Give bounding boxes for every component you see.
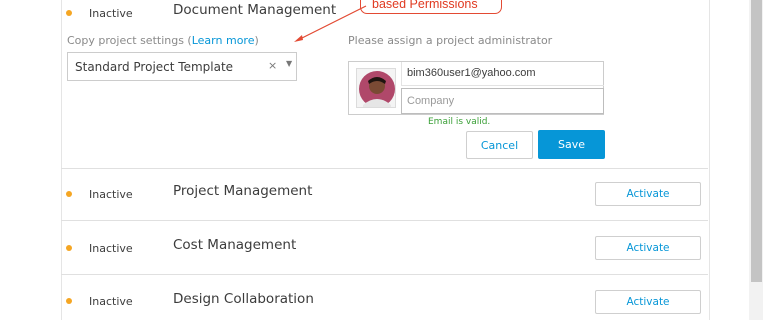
email-valid-message: Email is valid. — [428, 117, 491, 127]
status-dot — [66, 191, 72, 197]
service-status: Inactive — [89, 7, 133, 20]
activate-button-project-management[interactable]: Activate — [595, 182, 701, 206]
chevron-down-icon[interactable]: ▼ — [286, 59, 292, 68]
scrollbar-thumb[interactable] — [751, 0, 762, 282]
row-divider — [61, 168, 708, 169]
copy-settings-label: Copy project settings (Learn more) — [67, 34, 259, 47]
admin-email-field[interactable]: bim360user1@yahoo.com — [401, 62, 604, 86]
learn-more-link[interactable]: Learn more — [192, 34, 255, 47]
status-dot — [66, 245, 72, 251]
cancel-button[interactable]: Cancel — [466, 131, 533, 159]
service-name-project-management: Project Management — [173, 183, 313, 199]
service-status: Inactive — [89, 295, 133, 308]
service-name-cost-management: Cost Management — [173, 237, 297, 253]
clear-icon[interactable]: × — [268, 59, 277, 72]
template-select-value: Standard Project Template — [75, 60, 234, 74]
activate-button-design-collaboration[interactable]: Activate — [595, 290, 701, 314]
services-panel — [61, 0, 710, 320]
service-name-design-collaboration: Design Collaboration — [173, 291, 314, 307]
save-button[interactable]: Save — [538, 130, 605, 159]
annotation-text: based Permissions — [372, 0, 478, 11]
company-field[interactable]: Company — [401, 88, 604, 114]
avatar — [356, 68, 396, 108]
status-dot — [66, 10, 72, 16]
row-divider — [61, 274, 708, 275]
activate-button-cost-management[interactable]: Activate — [595, 236, 701, 260]
service-status: Inactive — [89, 188, 133, 201]
status-dot — [66, 298, 72, 304]
template-select[interactable]: Standard Project Template × ▼ — [67, 52, 297, 81]
admin-label: Please assign a project administrator — [348, 34, 553, 47]
user-avatar-icon — [359, 71, 395, 107]
row-divider — [61, 220, 708, 221]
service-status: Inactive — [89, 242, 133, 255]
